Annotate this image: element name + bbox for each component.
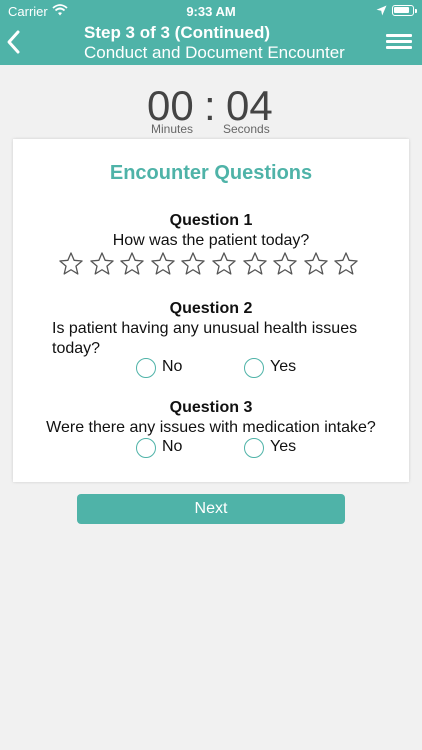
star-9-icon[interactable] xyxy=(303,251,329,277)
q3-yes-radio[interactable] xyxy=(244,438,264,458)
status-bar: Carrier 9:33 AM xyxy=(0,0,422,22)
card-title: Encounter Questions xyxy=(109,162,313,184)
questions-card: Encounter Questions Question 1 How was t… xyxy=(13,139,409,482)
q3-no-label: No xyxy=(162,438,183,455)
battery-icon xyxy=(392,5,417,16)
star-7-icon[interactable] xyxy=(242,251,268,277)
star-8-icon[interactable] xyxy=(272,251,298,277)
star-4-icon[interactable] xyxy=(150,251,176,277)
q3-no-radio[interactable] xyxy=(136,438,156,458)
star-6-icon[interactable] xyxy=(211,251,237,277)
q2-yes-label: Yes xyxy=(270,358,297,375)
question-3-text: Were there any issues with medication in… xyxy=(46,419,376,436)
question-3-title: Question 3 xyxy=(169,399,253,416)
menu-icon[interactable] xyxy=(386,32,412,50)
question-1-text: How was the patient today? xyxy=(112,232,310,249)
timer-separator: : xyxy=(204,82,216,129)
star-rating xyxy=(58,251,368,277)
star-5-icon[interactable] xyxy=(180,251,206,277)
star-10-icon[interactable] xyxy=(333,251,359,277)
question-2-text: Is patient having any unusual health iss… xyxy=(52,320,358,357)
star-3-icon[interactable] xyxy=(119,251,145,277)
timer-seconds-label: Seconds xyxy=(223,122,270,136)
status-time: 9:33 AM xyxy=(186,4,236,19)
timer-minutes-label: Minutes xyxy=(151,122,194,136)
star-1-icon[interactable] xyxy=(58,251,84,277)
q2-no-label: No xyxy=(162,358,183,375)
back-chevron-icon[interactable] xyxy=(4,28,22,56)
step-subtitle: Conduct and Document Encounter xyxy=(84,43,345,62)
location-arrow-icon xyxy=(376,5,387,16)
star-2-icon[interactable] xyxy=(89,251,115,277)
question-1-title: Question 1 xyxy=(169,212,253,229)
q2-yes-radio[interactable] xyxy=(244,358,264,378)
next-button[interactable]: Next xyxy=(77,494,345,524)
step-title: Step 3 of 3 (Continued) xyxy=(84,23,271,42)
q2-no-radio[interactable] xyxy=(136,358,156,378)
app-header: Carrier 9:33 AM Step 3 of 3 (Continued) … xyxy=(0,0,422,65)
q3-yes-label: Yes xyxy=(270,438,297,455)
question-2-title: Question 2 xyxy=(169,300,253,317)
encounter-timer: 00 : 04 Minutes Seconds xyxy=(0,82,422,138)
